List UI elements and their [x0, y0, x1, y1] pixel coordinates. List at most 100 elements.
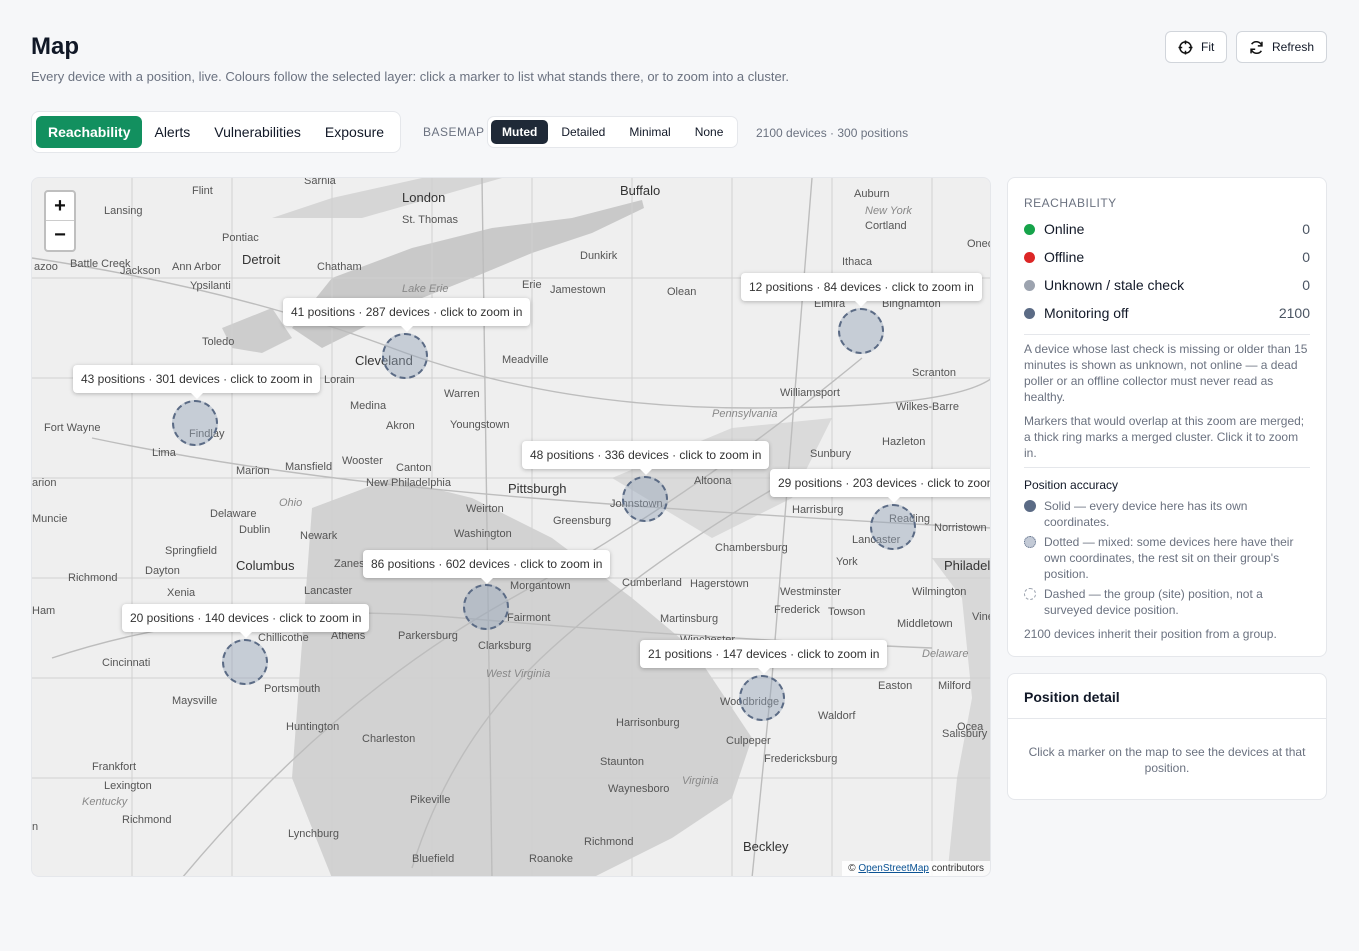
map-place-label: Cumberland	[622, 577, 682, 589]
cluster-marker[interactable]	[838, 308, 884, 354]
zoom-out-button[interactable]: −	[46, 221, 74, 250]
dashed-marker-icon	[1024, 588, 1036, 600]
map-place-label: Fredericksburg	[764, 753, 838, 765]
legend-item-online: Online 0	[1024, 219, 1310, 239]
divider	[1024, 334, 1310, 335]
legend-count: 2100	[1278, 305, 1310, 321]
cluster-tooltip: 41 positions · 287 devices · click to zo…	[283, 298, 531, 332]
tab-exposure[interactable]: Exposure	[313, 116, 396, 148]
cluster-tooltip: 86 positions · 602 devices · click to zo…	[363, 550, 611, 584]
legend-panel: REACHABILITY Online 0 Offline 0 Unknown …	[1007, 177, 1327, 657]
legend-label: Unknown / stale check	[1044, 277, 1185, 293]
map-place-label: Buffalo	[620, 183, 661, 198]
map-place-label: Harrisburg	[792, 504, 844, 516]
accuracy-label: Dotted — mixed: some devices here have t…	[1044, 535, 1294, 581]
map-place-label: Wilmington	[912, 586, 967, 598]
fit-button-label: Fit	[1201, 40, 1215, 54]
refresh-button[interactable]: Refresh	[1236, 31, 1328, 63]
map-place-label: Cortland	[865, 220, 907, 232]
basemap-none[interactable]: None	[684, 120, 735, 144]
zoom-in-button[interactable]: +	[46, 192, 74, 221]
tab-reachability[interactable]: Reachability	[36, 116, 143, 148]
basemap-label: BASEMAP	[423, 125, 485, 139]
map-place-label: Salisbury	[942, 728, 988, 740]
cluster-marker[interactable]	[622, 476, 668, 522]
map-place-label: Jackson	[120, 265, 161, 277]
map-place-label: Morgantown	[510, 580, 571, 592]
cluster-tooltip: 48 positions · 336 devices · click to zo…	[522, 441, 770, 475]
map-place-label: Norristown	[934, 522, 987, 534]
cluster-marker[interactable]	[870, 504, 916, 550]
map-place-label: Xenia	[167, 587, 196, 599]
page: Map Every device with a position, live. …	[0, 0, 1359, 951]
attribution-suffix: contributors	[928, 863, 984, 874]
tab-alerts[interactable]: Alerts	[142, 116, 202, 148]
cluster-marker[interactable]	[172, 400, 218, 446]
map-place-label: Charleston	[362, 733, 416, 745]
position-detail-empty: Click a marker on the map to see the dev…	[1028, 745, 1306, 775]
map-place-label: Staunton	[600, 756, 645, 768]
cluster-marker[interactable]	[739, 675, 785, 721]
map-place-label: New York	[865, 205, 912, 217]
cluster-tooltip: 29 positions · 203 devices · click to zo…	[770, 469, 990, 503]
inherit-note: 2100 devices inherit their position from…	[1024, 627, 1277, 641]
map-place-label: Pennsylvania	[712, 408, 778, 420]
map-place-label: Pikeville	[410, 794, 451, 806]
attribution-link[interactable]: OpenStreetMap	[858, 863, 929, 874]
map-place-label: Fairmont	[507, 612, 551, 624]
map-place-label: Dublin	[239, 524, 271, 536]
legend-label: Online	[1044, 221, 1085, 237]
accuracy-solid: Solid — every device here has its own co…	[1024, 498, 1310, 530]
map-place-label: Portsmouth	[264, 683, 321, 695]
map-place-label: Columbus	[236, 558, 295, 573]
map-place-label: Ham	[32, 605, 56, 617]
map-place-label: Lake Erie	[402, 283, 449, 295]
cluster-marker[interactable]	[382, 333, 428, 379]
map-place-label: Ypsilanti	[190, 280, 231, 292]
cluster-marker[interactable]	[222, 639, 268, 685]
map-place-label: Canton	[396, 462, 432, 474]
map-place-label: Middletown	[897, 618, 953, 630]
cluster-marker[interactable]	[463, 584, 509, 630]
unknown-dot-icon	[1024, 279, 1035, 291]
map-place-label: Richmond	[584, 836, 634, 848]
map-place-label: Wooster	[342, 455, 383, 467]
legend-label: Offline	[1044, 249, 1085, 265]
page-subtitle: Every device with a position, live. Colo…	[31, 69, 789, 84]
legend-count: 0	[1302, 221, 1310, 237]
map-place-label: Hazleton	[882, 436, 926, 448]
offline-dot-icon	[1024, 251, 1035, 263]
map-attribution: © OpenStreetMap contributors	[842, 861, 990, 876]
map-place-label: Culpeper	[726, 735, 771, 747]
position-detail-panel: Position detail Click a marker on the ma…	[1007, 673, 1327, 800]
map-place-label: n	[32, 821, 39, 833]
basemap-detailed[interactable]: Detailed	[550, 120, 616, 144]
map-place-label: Dunkirk	[580, 250, 618, 262]
map-place-label: Ann Arbor	[172, 261, 221, 273]
map-place-label: Chambersburg	[715, 542, 788, 554]
map-place-label: London	[402, 190, 446, 205]
cluster-tooltip: 21 positions · 147 devices · click to zo…	[640, 640, 888, 674]
divider	[1024, 467, 1310, 468]
cluster-tooltip: 12 positions · 84 devices · click to zoo…	[741, 273, 982, 307]
map-place-label: Waldorf	[818, 710, 856, 722]
monitoring-off-dot-icon	[1024, 307, 1035, 319]
map-place-label: Delaware	[922, 648, 969, 660]
refresh-icon	[1250, 40, 1263, 54]
map-place-label: Scranton	[912, 367, 957, 379]
map-place-label: Mansfield	[285, 461, 333, 473]
map-place-label: Lynchburg	[288, 828, 339, 840]
map-place-label: Wilkes-Barre	[896, 401, 959, 413]
map-place-label: Hagerstown	[690, 578, 749, 590]
map-view[interactable]: Flint Sarnia London Buffalo Auburn New York Co…	[31, 177, 991, 877]
legend-count: 0	[1302, 249, 1310, 265]
basemap-muted[interactable]: Muted	[491, 120, 549, 144]
map-place-label: Youngstown	[450, 419, 510, 431]
basemap-minimal[interactable]: Minimal	[618, 120, 681, 144]
map-place-label: Fort Wayne	[44, 422, 101, 434]
legend-title: REACHABILITY	[1024, 196, 1117, 210]
tab-vulnerabilities[interactable]: Vulnerabilities	[202, 116, 313, 148]
fit-button[interactable]: Fit	[1165, 31, 1228, 63]
online-dot-icon	[1024, 223, 1035, 235]
map-place-label: Medina	[350, 400, 387, 412]
